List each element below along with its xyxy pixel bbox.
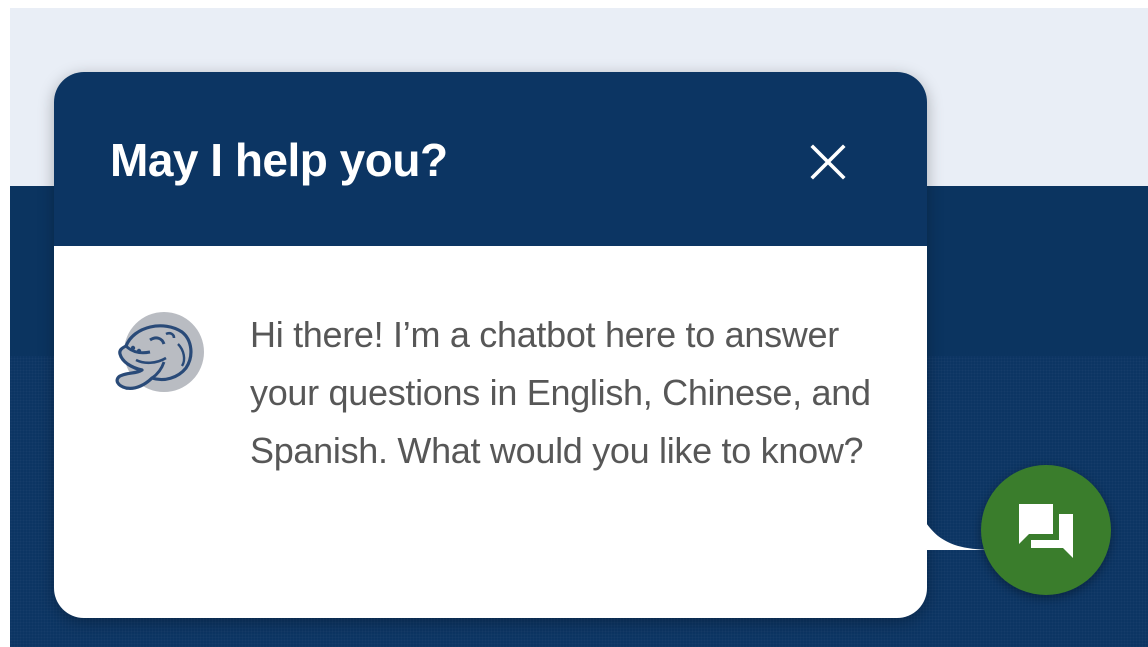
manatee-mascot-icon bbox=[115, 312, 204, 392]
chat-popup-body: Hi there! I’m a chatbot here to answer y… bbox=[54, 246, 927, 618]
bot-avatar bbox=[106, 304, 210, 408]
chat-popup-title: May I help you? bbox=[110, 134, 448, 186]
close-button[interactable] bbox=[802, 136, 854, 188]
chat-launcher-button[interactable] bbox=[981, 465, 1111, 595]
chat-popup: May I help you? Hi there! I’m a chatbot … bbox=[54, 72, 927, 618]
bot-greeting-message: Hi there! I’m a chatbot here to answer y… bbox=[250, 314, 871, 471]
close-icon bbox=[810, 144, 846, 180]
chat-popup-header: May I help you? bbox=[54, 72, 927, 246]
chat-bubbles-icon bbox=[1019, 504, 1073, 558]
